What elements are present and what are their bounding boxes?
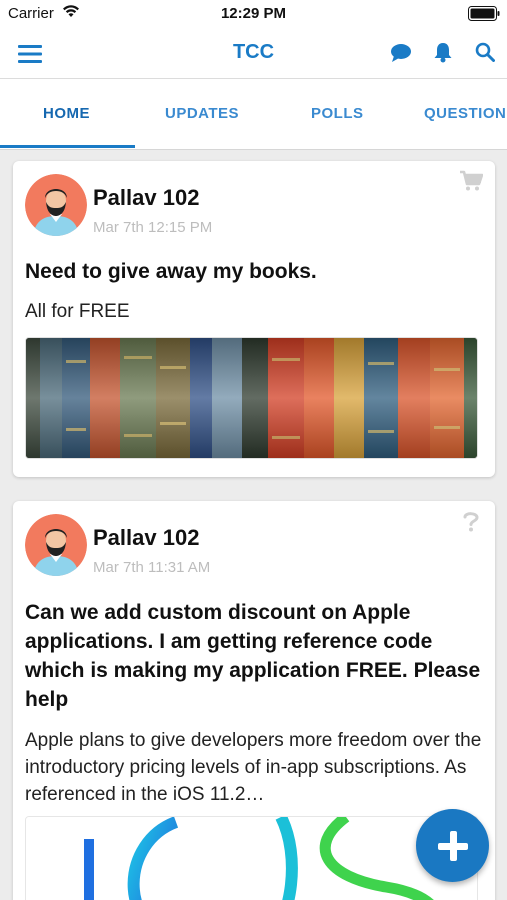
plus-icon [438,831,468,861]
tab-updates[interactable]: UPDATES [165,105,239,122]
app-title: TCC [232,41,275,63]
post-body: Apple plans to give developers more free… [25,730,482,805]
avatar [25,514,87,576]
ios-logo-image[interactable] [25,816,478,900]
battery-icon [468,6,500,21]
question-icon[interactable] [459,510,483,532]
bell-icon[interactable] [433,42,453,63]
active-tab-indicator [0,145,135,148]
status-time: 12:29 PM [220,5,287,22]
chat-icon[interactable] [390,43,412,63]
search-icon[interactable] [475,42,495,62]
post-body: All for FREE [25,301,130,322]
add-post-button[interactable] [416,809,489,882]
tab-questions[interactable]: QUESTION [424,105,506,122]
tab-bar: HOME UPDATES POLLS QUESTION [0,79,507,150]
status-bar: Carrier 12:29 PM [0,0,507,28]
app-screen: Carrier 12:29 PM TCC HOME UPDATES POLLS … [0,0,507,900]
author-name[interactable]: Pallav 102 [93,185,199,211]
books-image[interactable] [25,337,478,459]
tab-home[interactable]: HOME [43,105,90,122]
post-timestamp: Mar 7th 11:31 AM [93,559,211,576]
post-title: Need to give away my books. [25,260,317,283]
post-timestamp: Mar 7th 12:15 PM [93,219,213,236]
author-name[interactable]: Pallav 102 [93,525,199,551]
post-card[interactable]: Pallav 102 Mar 7th 12:15 PM Need to give… [13,161,495,477]
post-title: Can we add custom discount on Apple appl… [25,601,481,711]
cart-icon[interactable] [459,170,483,192]
tab-polls[interactable]: POLLS [311,105,364,122]
top-nav-bar: TCC [0,28,507,79]
avatar [25,174,87,236]
